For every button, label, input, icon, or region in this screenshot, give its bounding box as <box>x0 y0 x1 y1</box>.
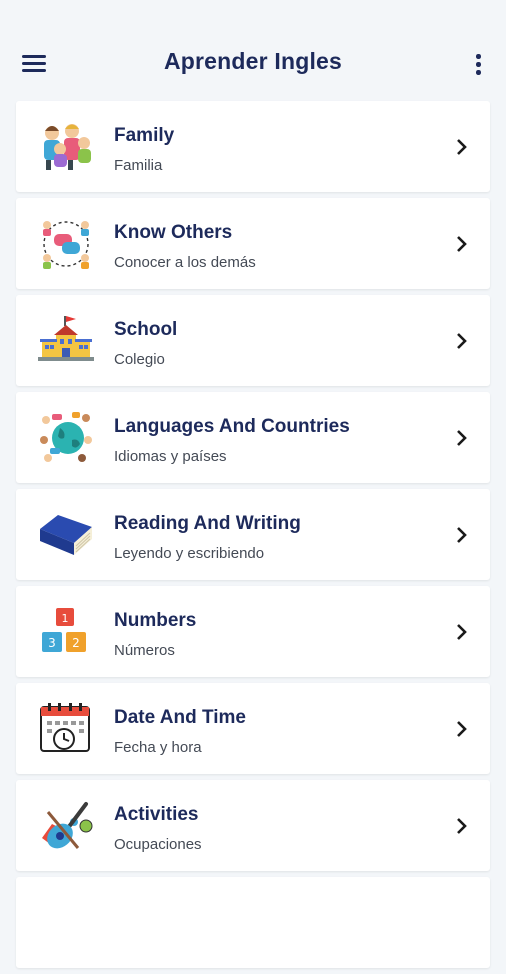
topic-title: Numbers <box>114 610 197 631</box>
topic-title: Family <box>114 125 175 146</box>
school-building-icon <box>38 316 94 361</box>
chevron-right-icon <box>457 333 467 349</box>
svg-text:3: 3 <box>48 636 56 650</box>
svg-text:1: 1 <box>62 612 69 625</box>
more-vert-icon <box>476 54 481 59</box>
topic-subtitle: Idiomas y países <box>114 448 227 465</box>
number-blocks-icon: 1 3 2 <box>42 608 86 652</box>
topic-list: Family Familia Know Others Conocer a los… <box>16 101 490 974</box>
topic-title: Reading And Writing <box>114 513 301 534</box>
topic-title: Languages And Countries <box>114 416 350 437</box>
book-icon <box>40 515 92 555</box>
more-dot <box>476 62 481 67</box>
topic-item-school[interactable]: School Colegio <box>16 295 490 386</box>
family-icon <box>44 124 91 170</box>
topic-subtitle: Ocupaciones <box>114 836 202 853</box>
topic-subtitle: Colegio <box>114 351 165 368</box>
guitar-activities-icon <box>42 802 93 849</box>
chevron-right-icon <box>457 139 467 155</box>
topic-subtitle: Fecha y hora <box>114 739 202 756</box>
chevron-right-icon <box>457 527 467 543</box>
chevron-right-icon <box>457 236 467 252</box>
more-dot <box>476 70 481 75</box>
chevron-right-icon <box>457 721 467 737</box>
more-options-button[interactable] <box>470 52 488 78</box>
page-title: Aprender Ingles <box>163 48 343 74</box>
topic-subtitle: Leyendo y escribiendo <box>114 545 265 562</box>
topic-item-know-others[interactable]: Know Others Conocer a los demás <box>16 198 490 289</box>
topic-subtitle: Conocer a los demás <box>114 254 256 271</box>
globe-people-icon <box>40 412 92 462</box>
topic-item-next[interactable] <box>16 877 490 968</box>
topic-title: Date And Time <box>114 707 246 728</box>
topic-subtitle: Números <box>114 642 175 659</box>
calendar-clock-icon <box>40 703 90 752</box>
app-bar: Aprender Ingles <box>0 0 506 100</box>
topic-item-date-and-time[interactable]: Date And Time Fecha y hora <box>16 683 490 774</box>
topic-title: Activities <box>114 804 199 825</box>
topic-item-numbers[interactable]: 1 3 2 Numbers Números <box>16 586 490 677</box>
svg-text:2: 2 <box>72 636 80 650</box>
topic-subtitle: Familia <box>114 157 163 174</box>
topic-item-activities[interactable]: Activities Ocupaciones <box>16 780 490 871</box>
topic-title: School <box>114 319 178 340</box>
topic-item-languages-and-countries[interactable]: Languages And Countries Idiomas y países <box>16 392 490 483</box>
topic-item-reading-and-writing[interactable]: Reading And Writing Leyendo y escribiend… <box>16 489 490 580</box>
topic-item-family[interactable]: Family Familia <box>16 101 490 192</box>
chevron-right-icon <box>457 818 467 834</box>
chevron-right-icon <box>457 430 467 446</box>
topic-title: Know Others <box>114 222 233 243</box>
chevron-right-icon <box>457 624 467 640</box>
people-chat-icon <box>43 221 89 269</box>
